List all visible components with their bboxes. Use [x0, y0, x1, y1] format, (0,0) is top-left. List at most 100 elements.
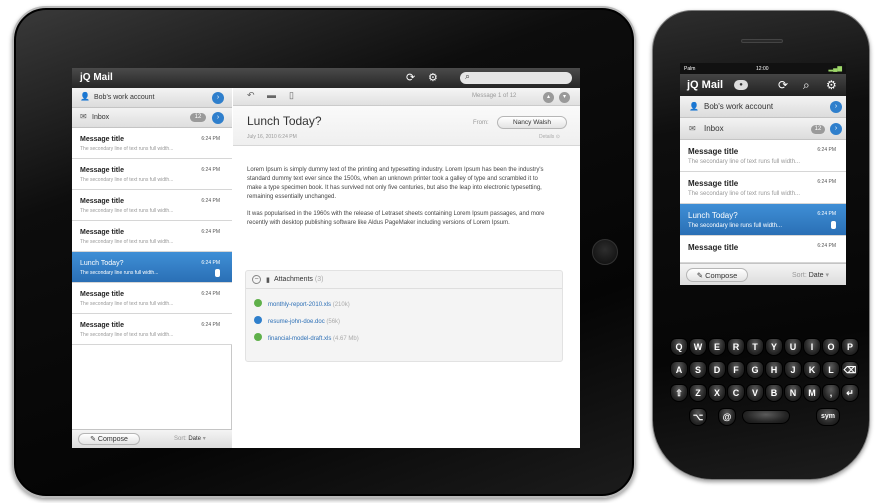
- sort-control[interactable]: Sort: Date ▾: [174, 435, 206, 442]
- key[interactable]: A: [670, 361, 688, 379]
- compose-button[interactable]: ✎ Compose: [686, 268, 748, 282]
- key[interactable]: Q: [670, 338, 688, 356]
- list-item[interactable]: Message title 6:24 PM The secondary line…: [680, 140, 846, 172]
- key[interactable]: Y: [765, 338, 783, 356]
- sort-control[interactable]: Sort: Date ▾: [792, 271, 829, 279]
- message-counter: Message 1 of 12: [472, 93, 517, 99]
- inbox-chevron-icon[interactable]: ›: [830, 123, 842, 135]
- key[interactable]: ,: [822, 384, 840, 402]
- list-item[interactable]: Message title 6:24 PM The secondary line…: [72, 283, 232, 314]
- account-chevron-icon[interactable]: ›: [212, 92, 224, 104]
- key[interactable]: D: [708, 361, 726, 379]
- account-switch-icon[interactable]: ●: [734, 80, 748, 90]
- key[interactable]: R: [727, 338, 745, 356]
- search-input[interactable]: ⌕: [460, 71, 572, 84]
- key[interactable]: B: [765, 384, 783, 402]
- backspace-key[interactable]: ⌫: [841, 361, 859, 379]
- key[interactable]: M: [803, 384, 821, 402]
- option-key[interactable]: ⌥: [689, 408, 707, 426]
- compose-label: Compose: [705, 271, 738, 280]
- key[interactable]: W: [689, 338, 707, 356]
- search-icon: ⌕: [465, 71, 471, 81]
- key[interactable]: G: [746, 361, 764, 379]
- gear-icon[interactable]: ⚙: [826, 78, 837, 92]
- details-link[interactable]: Details ⊙: [539, 134, 560, 140]
- search-icon[interactable]: ⌕: [803, 78, 810, 93]
- list-item[interactable]: Message title 6:24 PM The secondary line…: [72, 221, 232, 252]
- sender-button[interactable]: Nancy Walsh: [497, 116, 567, 129]
- refresh-icon[interactable]: ⟳: [406, 71, 415, 84]
- list-item-selected[interactable]: Lunch Today? 6:24 PM The secondary line …: [72, 252, 232, 283]
- inbox-label: Inbox: [92, 114, 110, 121]
- account-row[interactable]: 👤 Bob's work account ›: [72, 88, 232, 108]
- sym-key[interactable]: sym: [816, 408, 840, 426]
- trash-icon[interactable]: ▯: [289, 90, 294, 101]
- key[interactable]: E: [708, 338, 726, 356]
- key[interactable]: S: [689, 361, 707, 379]
- key[interactable]: O: [822, 338, 840, 356]
- attachment-name[interactable]: monthly-report-2010.xls: [268, 302, 331, 308]
- shift-key[interactable]: ⇧: [670, 384, 688, 402]
- inbox-row[interactable]: ✉ Inbox 12 ›: [72, 108, 232, 128]
- key[interactable]: I: [803, 338, 821, 356]
- sort-label: Sort:: [792, 272, 807, 279]
- attachment-item[interactable]: financial-model-draft.xls (4.67 Mb): [254, 333, 359, 343]
- key[interactable]: P: [841, 338, 859, 356]
- reply-icon[interactable]: ↶: [247, 90, 255, 101]
- list-item[interactable]: Message title 6:24 PM The secondary line…: [72, 159, 232, 190]
- message-title: Lunch Today?: [688, 211, 738, 220]
- key[interactable]: U: [784, 338, 802, 356]
- key[interactable]: V: [746, 384, 764, 402]
- account-row[interactable]: 👤 Bob's work account ›: [680, 96, 846, 118]
- account-chevron-icon[interactable]: ›: [830, 101, 842, 113]
- list-item[interactable]: Message title 6:24 PM The secondary line…: [72, 128, 232, 159]
- list-item[interactable]: Message title 6:24 PM The secondary line…: [72, 190, 232, 221]
- reader-toolbar: ↶ ▬ ▯ Message 1 of 12 ▴ ▾: [233, 88, 580, 106]
- app-title: jQ Mail: [80, 72, 113, 83]
- chevron-up-icon[interactable]: ▴: [543, 92, 554, 103]
- attachment-item[interactable]: monthly-report-2010.xls (210k): [254, 299, 350, 309]
- space-key[interactable]: [742, 410, 790, 424]
- attachment-name[interactable]: financial-model-draft.xls: [268, 336, 331, 342]
- paperclip-icon: [215, 269, 220, 277]
- message-snippet: The secondary line of text runs full wid…: [80, 177, 174, 183]
- message-title: Message title: [688, 243, 739, 252]
- list-item[interactable]: Message title 6:24 PM The secondary line…: [72, 314, 232, 345]
- list-item-selected[interactable]: Lunch Today? 6:24 PM The secondary line …: [680, 204, 846, 236]
- collapse-icon[interactable]: −: [252, 275, 261, 284]
- attachment-size: (4.67 Mb): [333, 336, 359, 342]
- key[interactable]: Z: [689, 384, 707, 402]
- app-title: jQ Mail: [687, 79, 724, 91]
- key[interactable]: K: [803, 361, 821, 379]
- message-date: July 16, 2010 6:24 PM: [247, 134, 297, 140]
- key[interactable]: C: [727, 384, 745, 402]
- refresh-icon[interactable]: ⟳: [778, 78, 788, 92]
- attachment-item[interactable]: resume-john-doe.doc (56k): [254, 316, 340, 326]
- inbox-row[interactable]: ✉ Inbox 12 ›: [680, 118, 846, 140]
- gear-icon[interactable]: ⚙: [428, 71, 438, 84]
- attachment-name[interactable]: resume-john-doe.doc: [268, 319, 325, 325]
- key[interactable]: N: [784, 384, 802, 402]
- enter-key[interactable]: ↵: [841, 384, 859, 402]
- list-item[interactable]: Message title 6:24 PM: [680, 236, 846, 263]
- key[interactable]: J: [784, 361, 802, 379]
- at-key[interactable]: @: [718, 408, 736, 426]
- compose-icon: ✎: [90, 436, 96, 443]
- list-item[interactable]: Message title 6:24 PM The secondary line…: [680, 172, 846, 204]
- message-time: 6:24 PM: [201, 229, 220, 235]
- key[interactable]: T: [746, 338, 764, 356]
- message-title: Message title: [80, 136, 124, 143]
- key[interactable]: L: [822, 361, 840, 379]
- attachments-header[interactable]: − ▮ Attachments (3): [246, 271, 562, 289]
- message-snippet: The secondary line of text runs full wid…: [80, 146, 174, 152]
- key[interactable]: F: [727, 361, 745, 379]
- account-label: Bob's work account: [94, 94, 155, 101]
- chevron-down-icon[interactable]: ▾: [559, 92, 570, 103]
- folder-icon[interactable]: ▬: [267, 90, 276, 100]
- key[interactable]: X: [708, 384, 726, 402]
- phone-speaker: [741, 39, 783, 43]
- compose-button[interactable]: ✎ Compose: [78, 433, 140, 445]
- tablet-home-button[interactable]: [592, 239, 618, 265]
- key[interactable]: H: [765, 361, 783, 379]
- inbox-chevron-icon[interactable]: ›: [212, 112, 224, 124]
